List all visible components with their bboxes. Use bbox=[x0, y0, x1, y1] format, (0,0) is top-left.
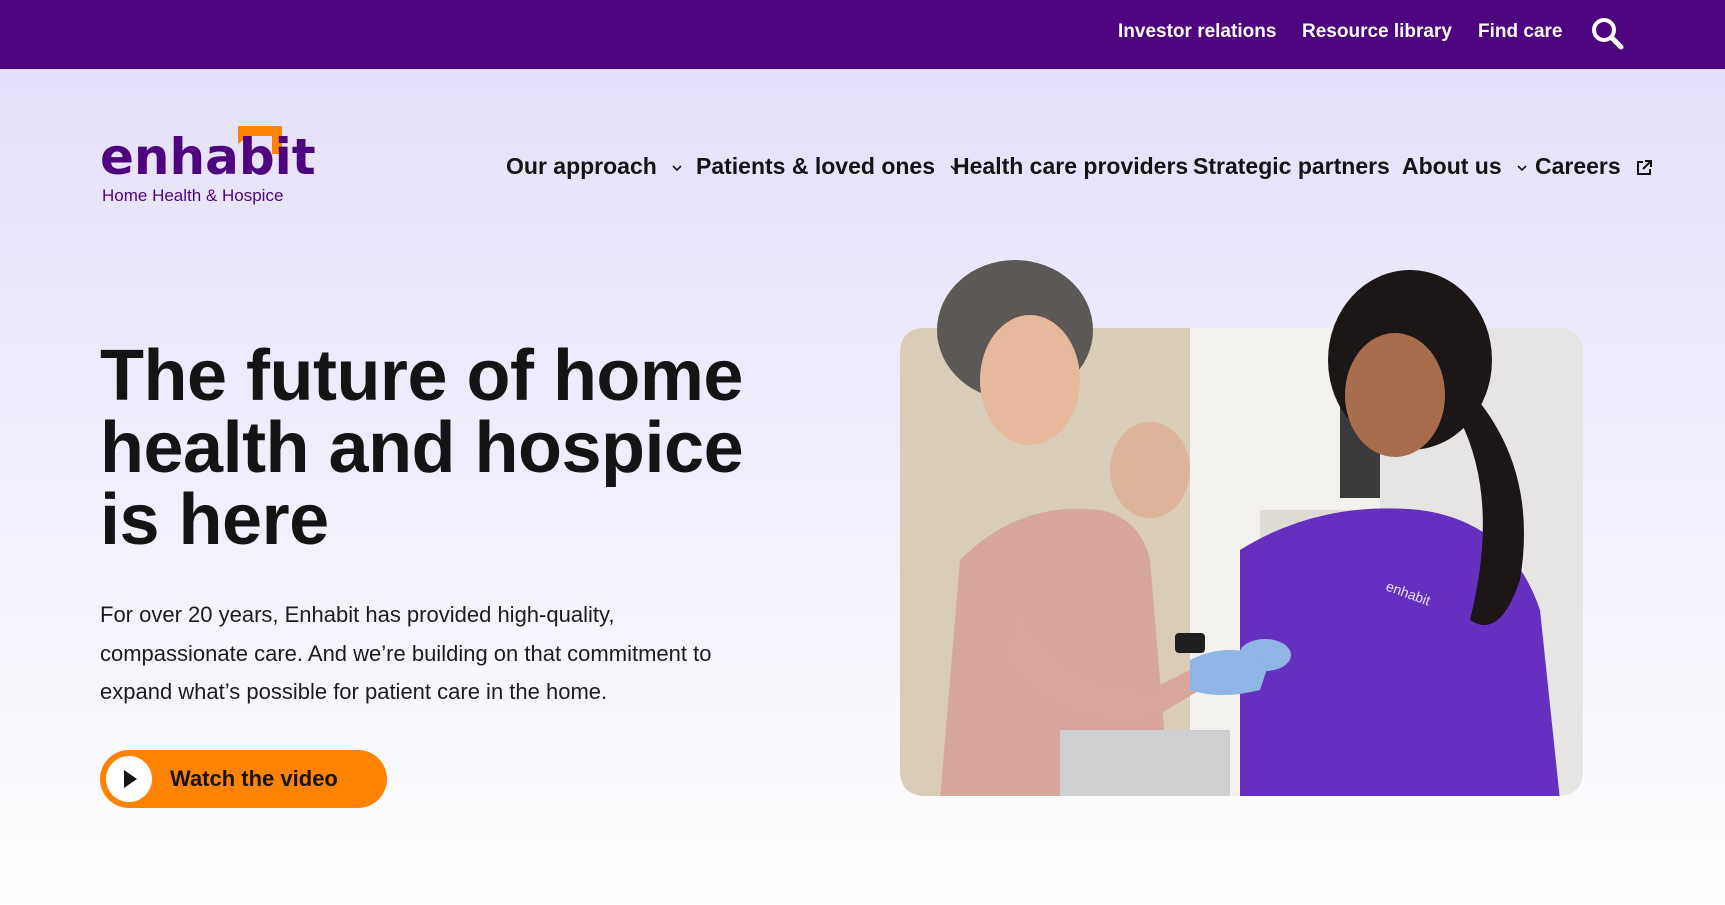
investor-relations-link[interactable]: Investor relations bbox=[1118, 0, 1276, 69]
nav-label: About us bbox=[1402, 153, 1502, 179]
enhabit-logo[interactable]: enhabit Home Health & Hospice bbox=[100, 126, 316, 206]
watch-video-button[interactable]: Watch the video bbox=[100, 750, 387, 808]
nav-about-us[interactable]: About us bbox=[1402, 150, 1528, 182]
search-icon bbox=[1592, 18, 1624, 50]
nav-label: Patients & loved ones bbox=[696, 153, 936, 179]
hero-body: For over 20 years, Enhabit has provided … bbox=[100, 602, 712, 704]
watch-video-label: Watch the video bbox=[170, 766, 338, 791]
search-button[interactable] bbox=[1590, 16, 1624, 50]
chevron-down-icon bbox=[672, 165, 682, 172]
logo-tagline: Home Health & Hospice bbox=[102, 186, 284, 205]
nav-label: Careers bbox=[1535, 153, 1621, 179]
nav-label: Strategic partners bbox=[1193, 153, 1390, 179]
external-link-icon bbox=[1637, 159, 1653, 175]
nav-label: Health care providers bbox=[953, 153, 1189, 179]
nav-careers[interactable]: Careers bbox=[1535, 150, 1653, 182]
hero-title: The future of home health and hospice is… bbox=[100, 336, 744, 560]
hero-photo: enhabit bbox=[900, 260, 1630, 800]
utility-bar: Investor relations Resource library Find… bbox=[0, 0, 1725, 69]
play-button-circle bbox=[106, 756, 152, 802]
chevron-down-icon bbox=[1517, 165, 1527, 172]
nav-patients-loved-ones[interactable]: Patients & loved ones bbox=[696, 150, 961, 182]
nav-our-approach[interactable]: Our approach bbox=[506, 150, 683, 182]
play-icon bbox=[124, 770, 137, 788]
find-care-link[interactable]: Find care bbox=[1478, 0, 1562, 69]
nav-health-care-providers[interactable]: Health care providers bbox=[953, 150, 1188, 182]
nav-label: Our approach bbox=[506, 153, 657, 179]
logo-wordmark: enhabit bbox=[100, 128, 316, 186]
nav-strategic-partners[interactable]: Strategic partners bbox=[1193, 150, 1390, 182]
resource-library-link[interactable]: Resource library bbox=[1302, 0, 1452, 69]
